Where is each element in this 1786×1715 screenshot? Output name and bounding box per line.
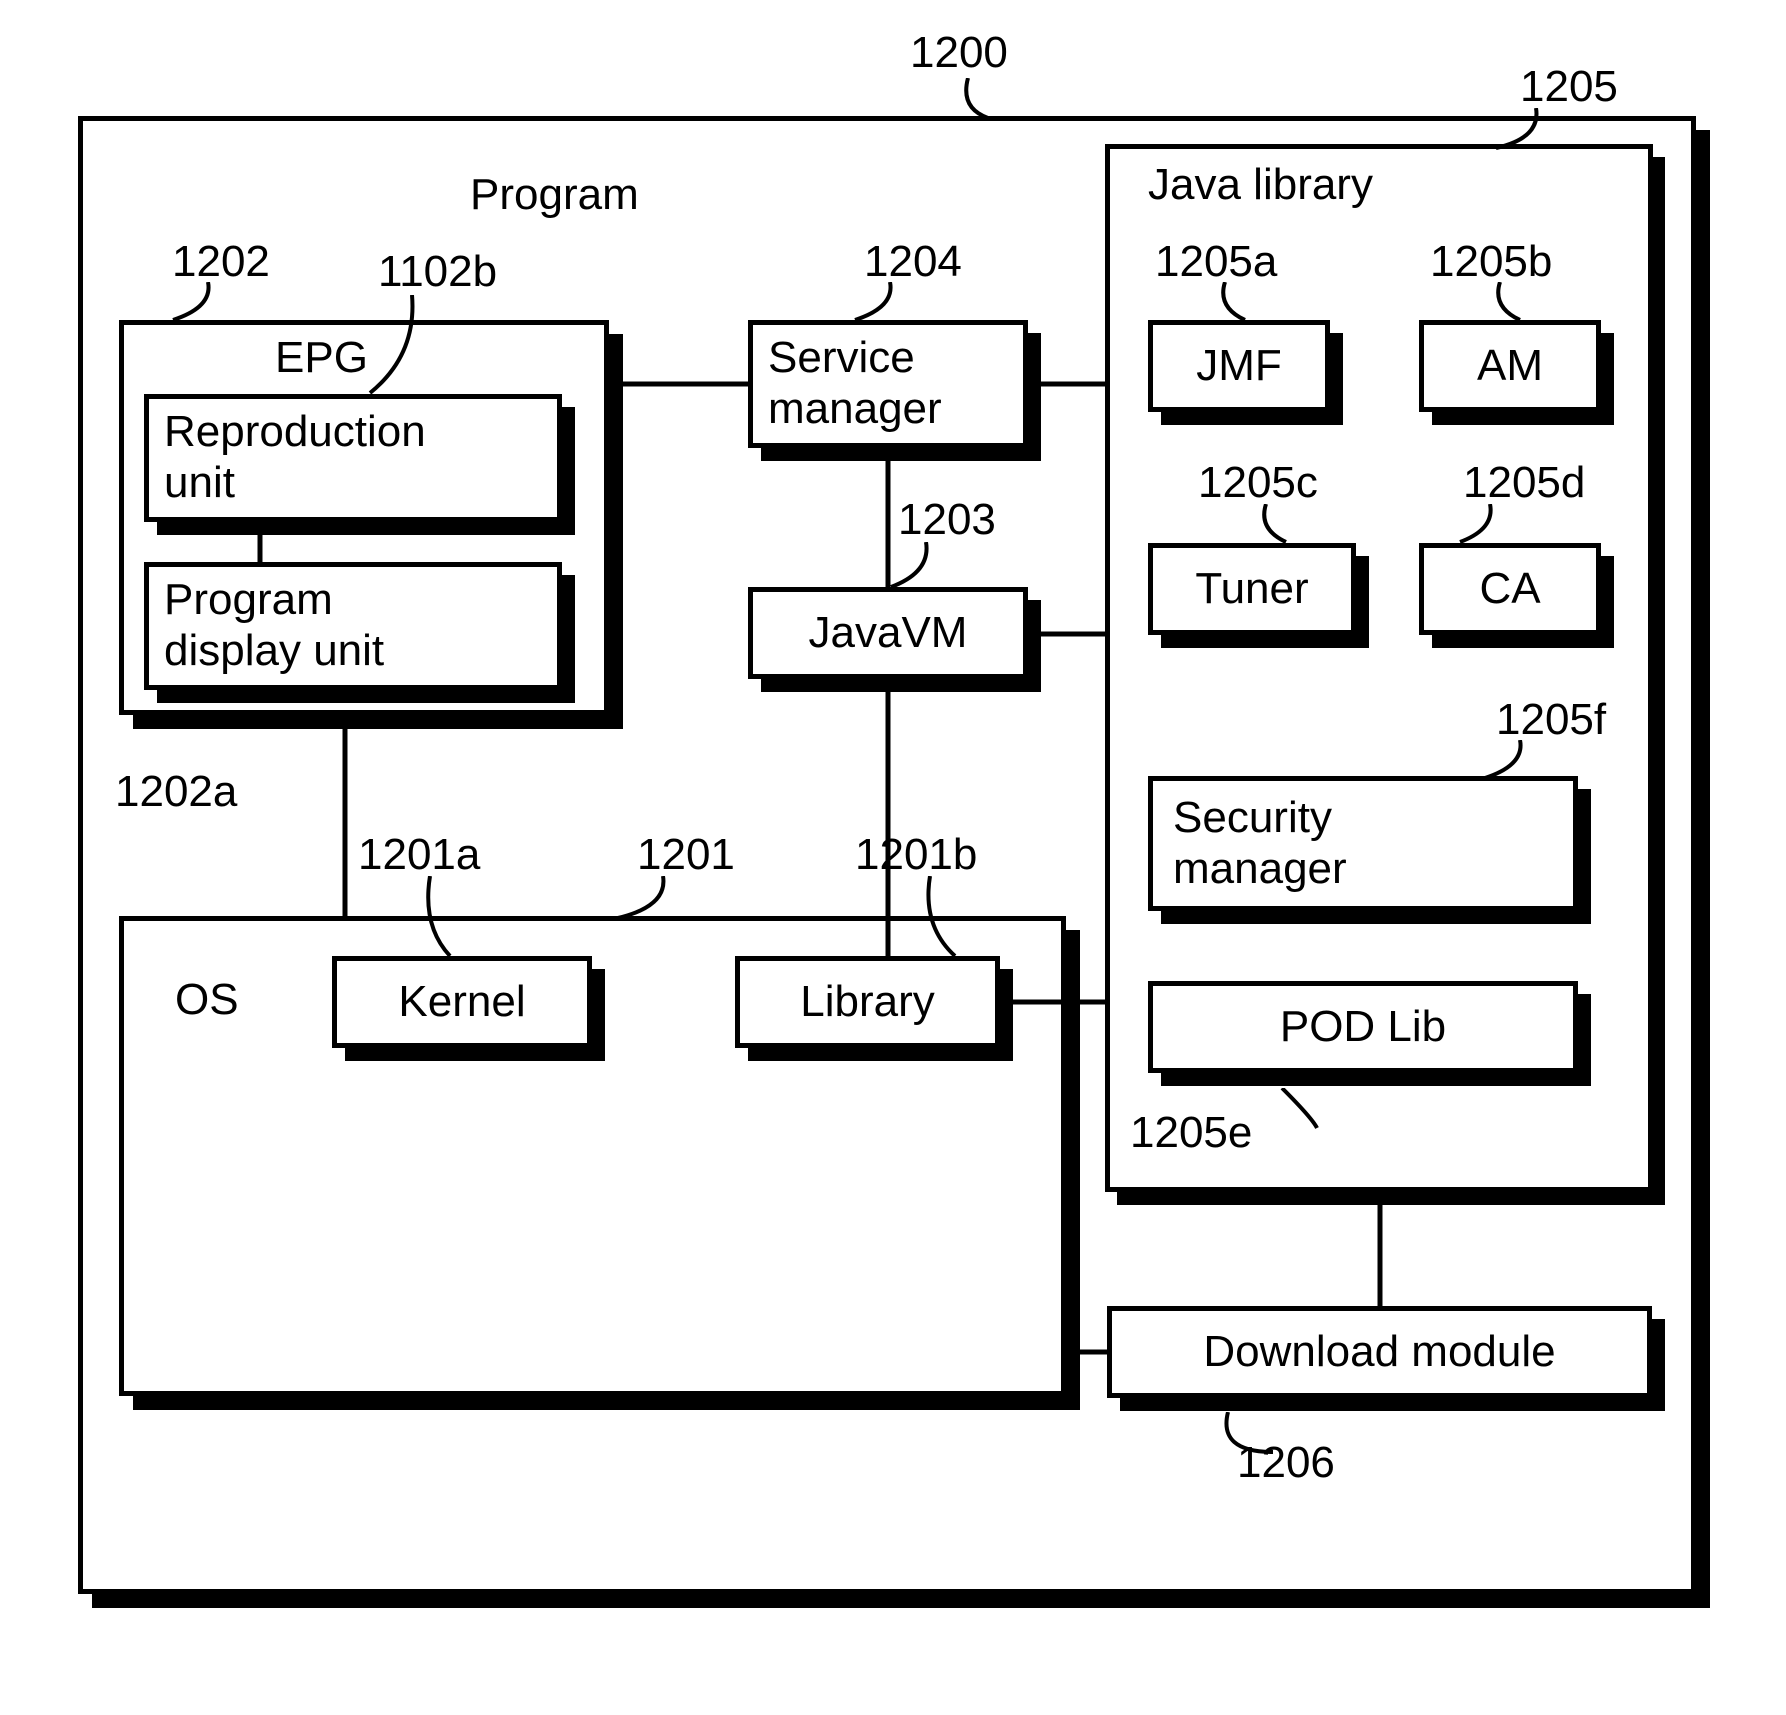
diagram-canvas: Program 1200 Java library 1205 JMF 1205a…	[0, 0, 1786, 1715]
connectors	[0, 0, 1786, 1715]
